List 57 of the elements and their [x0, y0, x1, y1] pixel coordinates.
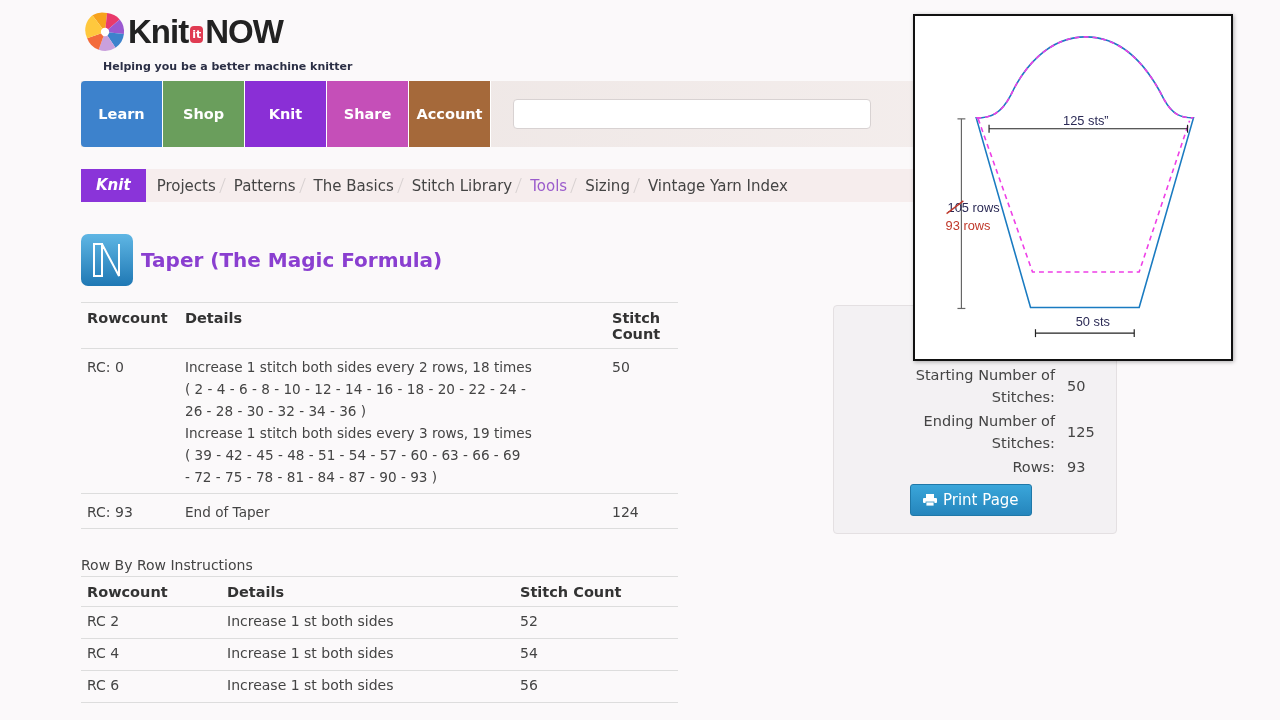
breadcrumb-link[interactable]: Sizing — [574, 176, 630, 195]
column-header: Stitch Count — [520, 584, 622, 600]
table-cell: 124 — [612, 504, 639, 520]
page-title: Taper (The Magic Formula) — [141, 248, 443, 272]
table-cell: 26 - 28 - 30 - 32 - 34 - 36 ) — [185, 403, 367, 419]
search-field[interactable] — [513, 99, 871, 129]
breadcrumb-link[interactable]: Patterns — [222, 176, 296, 195]
table-cell: Increase 1 st both sides — [227, 677, 394, 693]
table-cell: 52 — [520, 613, 538, 629]
logo-badge: it — [190, 25, 204, 43]
summary-value: 93 — [1067, 459, 1086, 475]
logo-text[interactable]: Knit — [128, 13, 189, 51]
table-cell: 50 — [612, 359, 630, 375]
table-caption: Row By Row Instructions — [81, 557, 254, 575]
table-cell: 56 — [520, 677, 538, 693]
logo-text[interactable]: NOW — [205, 13, 283, 51]
breadcrumb-link[interactable]: Projects — [145, 176, 216, 195]
summary-label: Rows: — [1011, 458, 1055, 477]
column-header: Rowcount — [87, 584, 168, 600]
table-cell: Increase 1 stitch both sides every 3 rows, 19 times — [185, 425, 532, 441]
dimension-label: 93 rows — [945, 218, 991, 234]
table-cell: RC 2 — [87, 613, 120, 629]
table-cell: RC 4 — [87, 645, 120, 661]
taper-icon — [81, 234, 133, 286]
breadcrumb-link[interactable]: Tools — [519, 176, 568, 195]
table-cell: Increase 1 st both sides — [227, 645, 394, 661]
summary-value: 125 — [1067, 424, 1095, 440]
column-header: Rowcount — [87, 310, 168, 326]
breadcrumb-link[interactable]: Vintage Yarn Index — [636, 176, 788, 195]
table-cell: ( 39 - 42 - 45 - 48 - 51 - 54 - 57 - 60 - 63 - 66 - 69 — [185, 447, 521, 463]
column-header: Stitch Count — [612, 310, 661, 342]
dimension-label: 50 sts — [1075, 314, 1110, 330]
table-cell: End of Taper — [185, 504, 270, 520]
nav-button[interactable]: Share — [327, 81, 409, 147]
nav-button[interactable]: Knit — [245, 81, 327, 147]
table-cell: Increase 1 stitch both sides every 2 rows, 18 times — [185, 359, 532, 375]
printer-icon — [923, 494, 937, 506]
summary-label: Ending Number of Stitches: — [922, 412, 1055, 453]
table-cell: RC: 93 — [87, 504, 133, 520]
table-cell: RC 6 — [87, 677, 120, 693]
swirl-logo-icon — [84, 11, 126, 53]
breadcrumb-link[interactable]: Stitch Library — [400, 176, 513, 195]
table-cell: Increase 1 st both sides — [227, 613, 394, 629]
table-cell: 54 — [520, 645, 538, 661]
dimension-label: 125 sts” — [1063, 112, 1109, 128]
table-cell: RC: 0 — [87, 359, 124, 375]
tagline: Helping you be a better machine knitter — [103, 60, 354, 73]
nav-button[interactable]: Learn — [81, 81, 163, 147]
summary-value: 50 — [1067, 378, 1086, 394]
breadcrumb-link[interactable]: The Basics — [302, 176, 394, 195]
column-header: Details — [185, 310, 243, 326]
table-cell: - 72 - 75 - 78 - 81 - 84 - 87 - 90 - 93 ) — [185, 469, 438, 485]
column-header: Details — [227, 584, 285, 600]
summary-label: Starting Number of Stitches: — [914, 366, 1055, 407]
section-tag[interactable]: Knit — [81, 169, 146, 202]
nav-button[interactable]: Account — [409, 81, 491, 147]
table-cell: ( 2 - 4 - 6 - 8 - 10 - 12 - 14 - 16 - 18 - 20 - 22 - 24 - — [185, 381, 526, 397]
